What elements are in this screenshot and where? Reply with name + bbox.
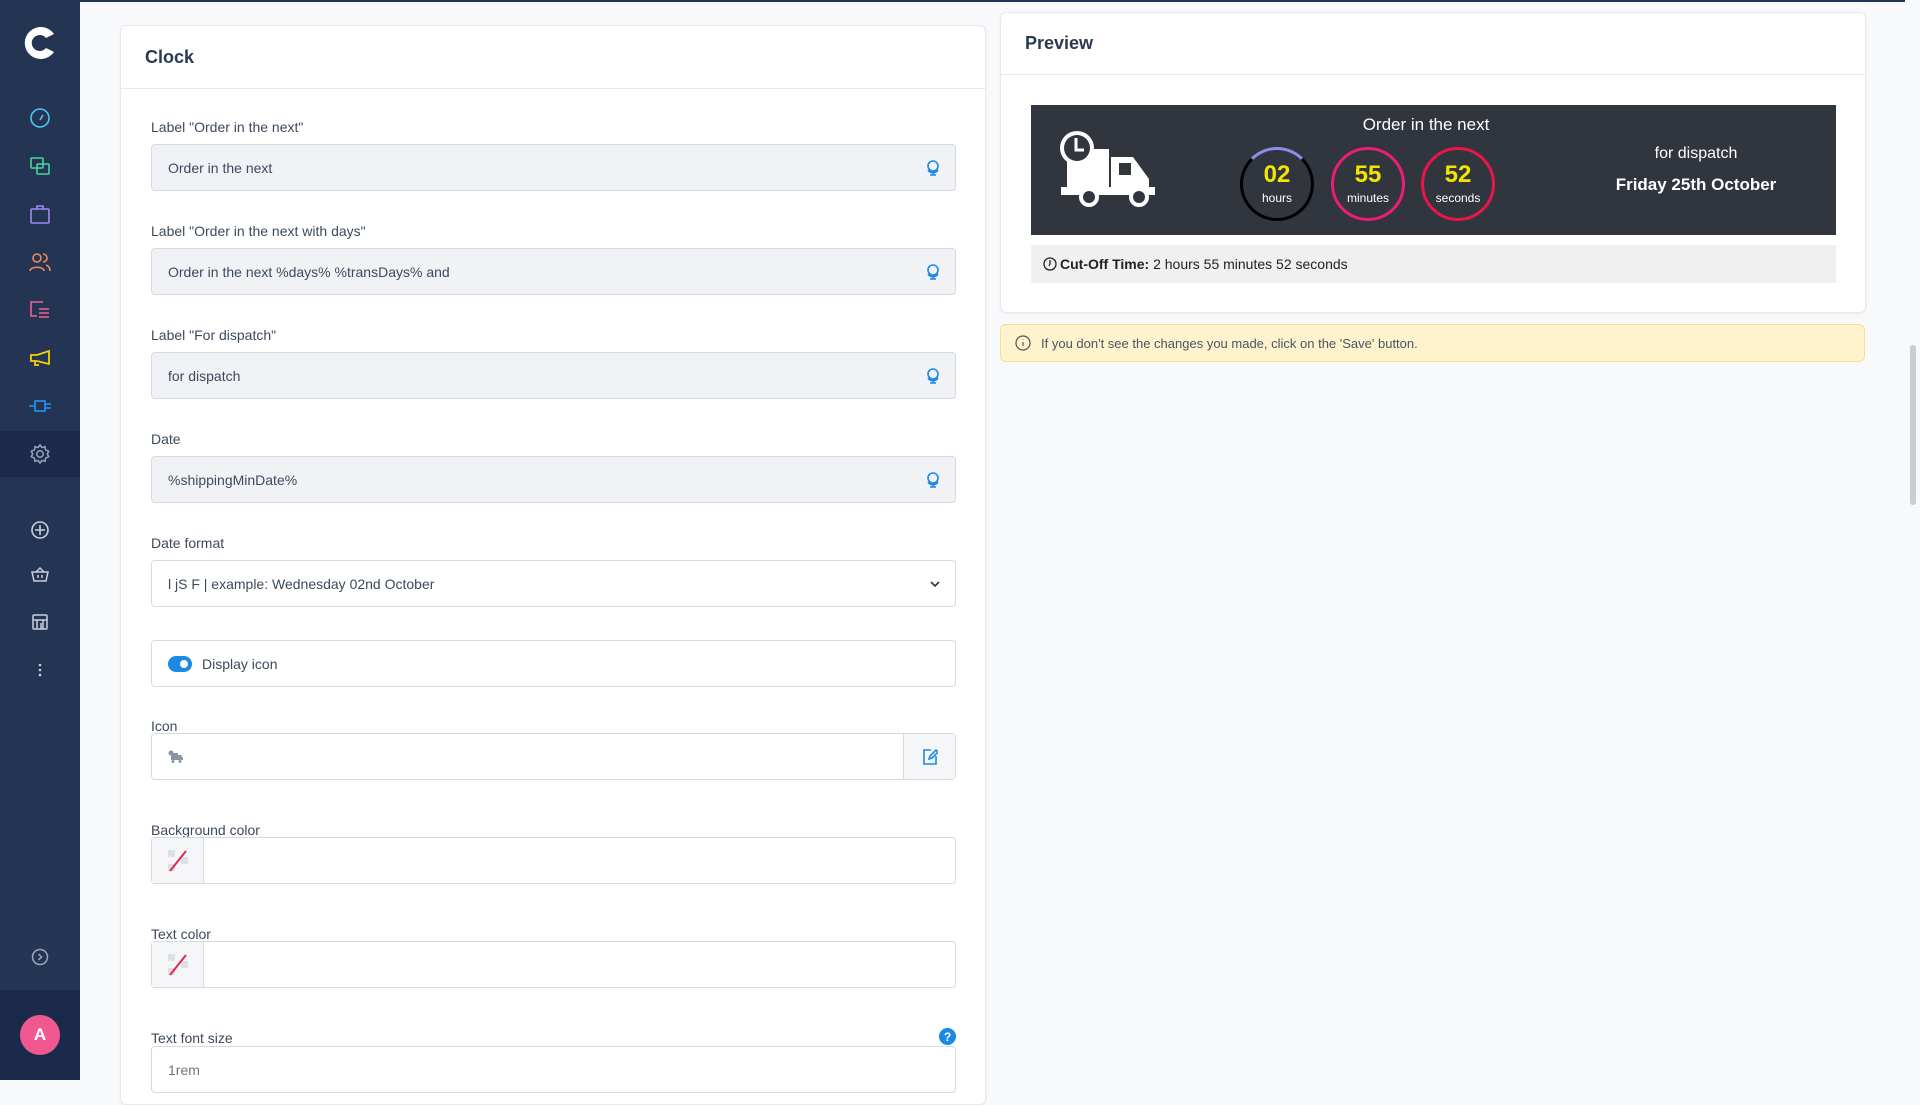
preview-title: Preview: [1001, 13, 1865, 75]
marketing-icon: [30, 349, 50, 366]
add-icon: [31, 521, 49, 539]
field-label: Label "Order in the next with days": [151, 223, 366, 239]
hours-label: hours: [1261, 191, 1293, 205]
input-value: %shippingMinDate%: [168, 471, 298, 488]
sidebar-item-more[interactable]: [0, 647, 80, 693]
clock-card: Clock Label "Order in the next" Order in…: [120, 25, 986, 1105]
field-label: Label "Order in the next": [151, 119, 304, 135]
truck-clock-icon: [168, 750, 183, 763]
order-in-next-label: Order in the next: [1362, 115, 1490, 134]
text-color-swatch[interactable]: [152, 942, 204, 987]
minutes-value: 55: [1354, 161, 1382, 188]
field-label: Label "For dispatch": [151, 327, 277, 343]
minutes-ring: 55 minutes: [1331, 147, 1405, 221]
dispatch-date: Friday 25th October: [1615, 175, 1777, 194]
translate-icon[interactable]: [925, 367, 941, 385]
info-alert: If you don't see the changes you made, c…: [1000, 324, 1865, 362]
chevron-down-icon: [930, 581, 940, 588]
customers-icon: [29, 253, 51, 272]
no-color-icon: [167, 849, 188, 872]
field-label: Date: [151, 431, 181, 447]
date-input[interactable]: %shippingMinDate%: [151, 456, 956, 503]
avatar[interactable]: A: [20, 1015, 60, 1055]
seconds-label: seconds: [1435, 191, 1481, 205]
settings-icon: [30, 443, 50, 465]
field-label: Date format: [151, 535, 225, 551]
truck-clock-icon: [1060, 131, 1155, 207]
extensions-icon: [29, 400, 51, 412]
translate-icon[interactable]: [925, 159, 941, 177]
logo-icon[interactable]: [20, 22, 60, 62]
edit-icon-button[interactable]: [903, 734, 955, 779]
field-label: Icon: [151, 718, 178, 734]
background-color-swatch[interactable]: [152, 838, 204, 883]
for-dispatch-input[interactable]: for dispatch: [151, 352, 956, 399]
orders-icon: [30, 205, 50, 224]
countdown-banner: Order in the next 02 hours 55 minutes 52 se…: [1031, 105, 1836, 235]
seconds-value: 52: [1444, 161, 1472, 188]
input-value: for dispatch: [168, 367, 241, 384]
sidebar-item-store[interactable]: [0, 599, 80, 645]
cutoff-time-bar: Cut-Off Time: 2 hours 55 minutes 52 seco…: [1031, 245, 1836, 283]
no-color-icon: [167, 953, 188, 976]
sidebar-item-marketing[interactable]: [0, 335, 80, 381]
sidebar: A: [0, 0, 80, 1080]
sidebar-item-content[interactable]: [0, 287, 80, 333]
info-icon: [1015, 335, 1031, 351]
field-label: Background color: [151, 822, 260, 838]
scrollbar[interactable]: [1905, 0, 1920, 1080]
more-icon: [38, 663, 42, 677]
alert-text: If you don't see the changes you made, c…: [1041, 335, 1418, 351]
clock-card-title: Clock: [121, 26, 985, 89]
chevron-right-circle-icon: [31, 948, 49, 966]
sidebar-item-catalog[interactable]: [0, 143, 80, 189]
translate-icon[interactable]: [925, 263, 941, 281]
svg-text:?: ?: [944, 1030, 951, 1044]
cutoff-label: Cut-Off Time:: [1060, 256, 1150, 272]
select-value: l jS F | example: Wednesday 02nd October: [168, 575, 435, 592]
background-color-input[interactable]: [151, 837, 956, 884]
field-label: Text font size: [151, 1030, 233, 1046]
sidebar-item-dashboard[interactable]: [0, 95, 80, 141]
minutes-label: minutes: [1346, 191, 1390, 205]
translate-icon[interactable]: [925, 471, 941, 489]
sidebar-item-customers[interactable]: [0, 239, 80, 285]
hours-ring: 02 hours: [1240, 147, 1314, 221]
scrollbar-thumb[interactable]: [1910, 345, 1916, 505]
sidebar-item-settings[interactable]: [0, 431, 80, 477]
display-icon-toggle-row[interactable]: Display icon: [151, 640, 956, 687]
order-in-next-input[interactable]: Order in the next: [151, 144, 956, 191]
expand-sidebar-button[interactable]: [0, 934, 80, 980]
font-size-input[interactable]: [151, 1046, 956, 1093]
order-in-next-days-input[interactable]: Order in the next %days% %transDays% and: [151, 248, 956, 295]
input-value: Order in the next %days% %transDays% and: [168, 263, 450, 280]
display-icon-toggle[interactable]: [168, 655, 192, 672]
text-color-input[interactable]: [151, 941, 956, 988]
field-label: Text color: [151, 926, 211, 942]
edit-icon: [922, 748, 938, 765]
dashboard-icon: [30, 108, 50, 128]
input-value: Order in the next: [168, 159, 273, 176]
sidebar-item-basket[interactable]: [0, 551, 80, 597]
date-format-select[interactable]: l jS F | example: Wednesday 02nd October: [151, 560, 956, 607]
sidebar-item-orders[interactable]: [0, 191, 80, 237]
cutoff-value: 2 hours 55 minutes 52 seconds: [1153, 256, 1348, 272]
hours-value: 02: [1263, 161, 1291, 188]
preview-card: Preview Order in the next 02 hours 55 minu…: [1000, 12, 1866, 313]
content-icon: [30, 301, 49, 318]
catalog-icon: [30, 157, 50, 175]
basket-icon: [31, 566, 49, 582]
toggle-label: Display icon: [202, 655, 278, 672]
seconds-ring: 52 seconds: [1421, 147, 1495, 221]
help-icon[interactable]: ?: [939, 1028, 956, 1045]
top-bar: [80, 0, 1920, 2]
store-icon: [32, 614, 48, 630]
clock-icon: [1043, 257, 1057, 271]
sidebar-item-extensions[interactable]: [0, 383, 80, 429]
for-dispatch-label: for dispatch: [1654, 145, 1738, 162]
sidebar-item-add[interactable]: [0, 507, 80, 553]
icon-input[interactable]: [151, 733, 956, 780]
